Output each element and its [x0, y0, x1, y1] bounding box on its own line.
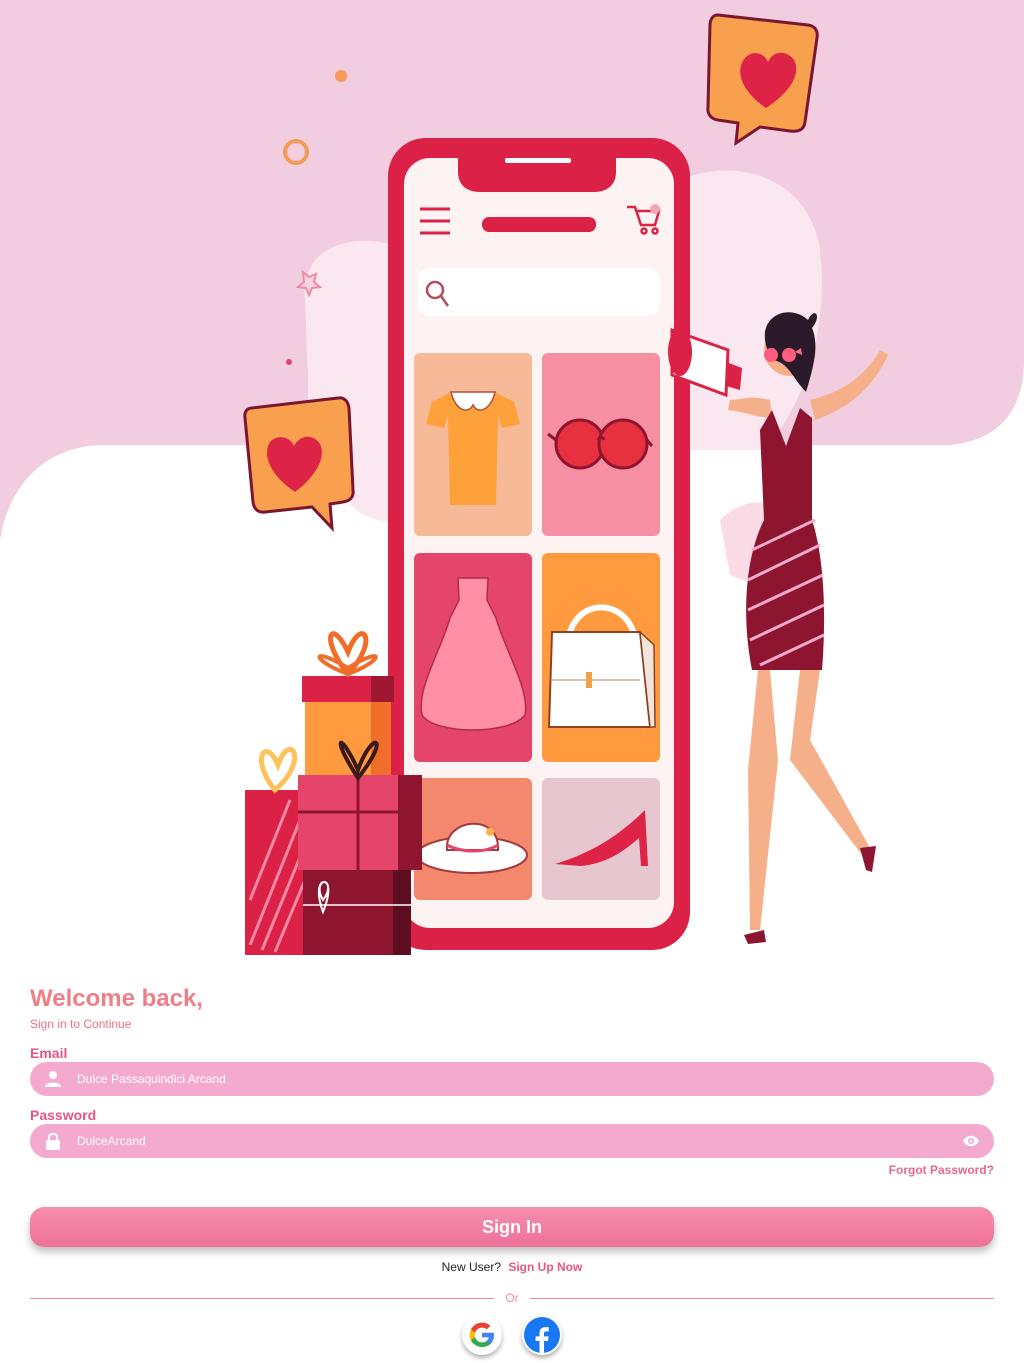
welcome-subtitle: Sign in to Continue — [30, 1017, 132, 1031]
heart-bubble-icon — [243, 396, 355, 533]
lock-icon — [46, 1133, 60, 1150]
facebook-sign-in-button[interactable] — [522, 1315, 562, 1355]
email-label: Email — [30, 1045, 68, 1061]
sign-in-button[interactable]: Sign In — [30, 1207, 994, 1247]
password-label: Password — [30, 1107, 97, 1123]
user-icon — [45, 1071, 61, 1087]
new-user-text: New User? — [441, 1260, 501, 1274]
email-field[interactable] — [30, 1062, 994, 1096]
forgot-password-link[interactable]: Forgot Password? — [889, 1163, 994, 1177]
google-icon — [469, 1322, 494, 1347]
eye-icon[interactable] — [962, 1134, 980, 1148]
sign-up-link[interactable]: Sign Up Now — [508, 1260, 582, 1274]
password-field[interactable] — [30, 1124, 994, 1158]
facebook-icon — [524, 1317, 560, 1353]
decor-dot — [335, 70, 347, 82]
divider-line — [530, 1298, 994, 1299]
new-user-row: New User? Sign Up Now — [30, 1260, 994, 1274]
email-input[interactable] — [77, 1062, 937, 1096]
hero-illustration — [0, 0, 1024, 955]
welcome-title: Welcome back, — [30, 985, 203, 1012]
password-input[interactable] — [77, 1124, 937, 1158]
phone-illustration — [388, 138, 690, 950]
google-sign-in-button[interactable] — [462, 1315, 502, 1355]
